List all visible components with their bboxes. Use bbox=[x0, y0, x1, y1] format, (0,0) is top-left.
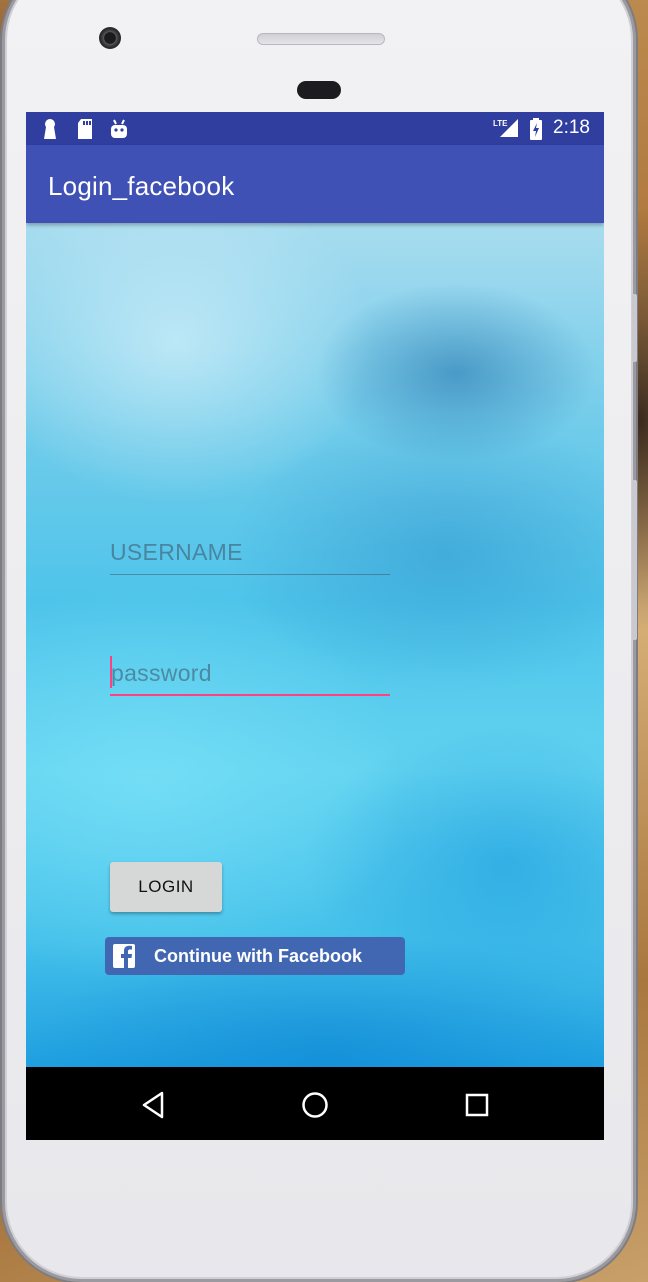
username-field[interactable]: USERNAME bbox=[110, 531, 390, 575]
recents-icon[interactable] bbox=[465, 1093, 489, 1122]
lte-signal-icon: LTE bbox=[492, 117, 520, 144]
proximity-sensor bbox=[297, 81, 341, 99]
device-screen: LTE 2:18 Login_facebook USERNAME passwor… bbox=[26, 112, 604, 1140]
android-icon bbox=[109, 118, 129, 145]
earpiece-speaker bbox=[257, 33, 385, 45]
app-bar: Login_facebook bbox=[26, 145, 604, 223]
keyhole-icon bbox=[42, 118, 58, 145]
svg-text:LTE: LTE bbox=[493, 119, 508, 128]
facebook-button-label: Continue with Facebook bbox=[154, 946, 363, 966]
password-underline bbox=[110, 694, 390, 696]
login-button[interactable]: LOGIN bbox=[110, 862, 222, 912]
password-placeholder: password bbox=[111, 660, 212, 686]
facebook-login-button[interactable]: Continue with Facebook bbox=[105, 937, 405, 975]
status-bar: LTE 2:18 bbox=[26, 112, 604, 145]
app-title: Login_facebook bbox=[48, 171, 235, 201]
home-icon[interactable] bbox=[300, 1090, 330, 1125]
power-button bbox=[632, 294, 637, 362]
facebook-icon bbox=[113, 944, 135, 968]
volume-button bbox=[632, 480, 637, 640]
front-camera bbox=[99, 27, 121, 49]
navigation-bar bbox=[26, 1070, 604, 1140]
password-field[interactable]: password bbox=[110, 652, 390, 696]
back-icon[interactable] bbox=[140, 1090, 166, 1125]
battery-charging-icon bbox=[529, 118, 543, 145]
status-time: 2:18 bbox=[553, 117, 590, 138]
sd-card-icon bbox=[76, 118, 94, 145]
username-placeholder: USERNAME bbox=[110, 539, 243, 565]
login-background: USERNAME password LOGIN Continue with Fa… bbox=[26, 223, 604, 1067]
username-underline bbox=[110, 573, 390, 575]
